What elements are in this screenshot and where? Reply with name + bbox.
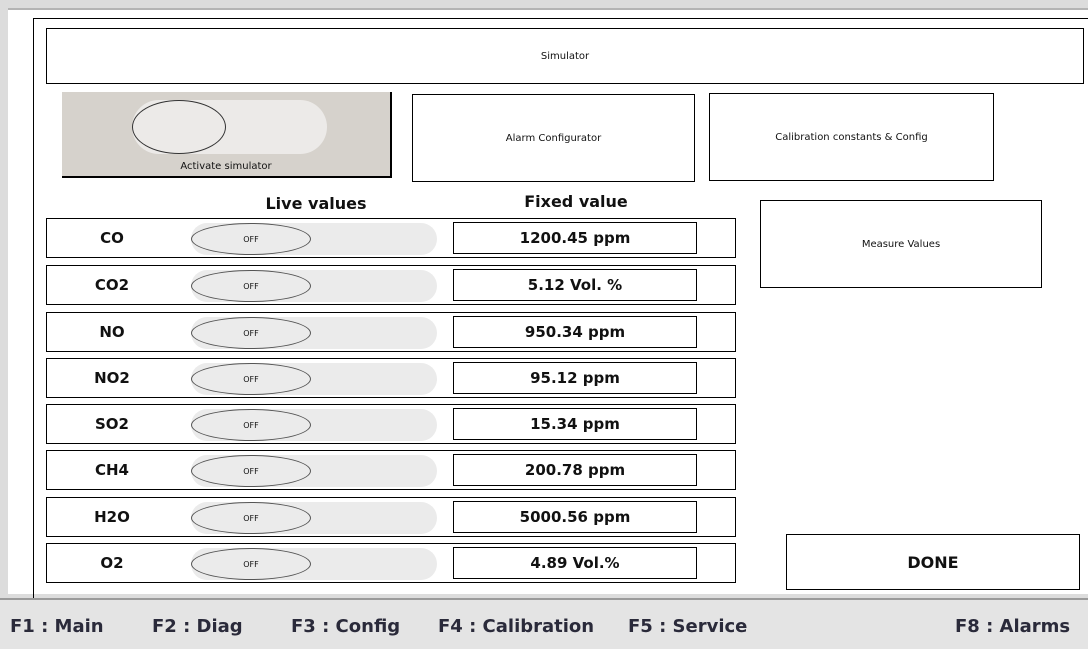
table-row: O2 OFF 4.89 Vol.% bbox=[46, 543, 736, 583]
live-toggle[interactable]: OFF bbox=[191, 270, 311, 302]
live-toggle-track[interactable]: OFF bbox=[191, 317, 437, 349]
live-toggle[interactable]: OFF bbox=[191, 548, 311, 580]
table-row: H2O OFF 5000.56 ppm bbox=[46, 497, 736, 537]
fixed-value-field[interactable]: 15.34 ppm bbox=[453, 408, 697, 440]
live-toggle[interactable]: OFF bbox=[191, 363, 311, 395]
live-values-header: Live values bbox=[265, 194, 367, 213]
fixed-value-field[interactable]: 1200.45 ppm bbox=[453, 222, 697, 254]
gas-name: NO bbox=[99, 323, 125, 341]
fkey-config[interactable]: F3 : Config bbox=[291, 616, 400, 637]
alarm-configurator-button[interactable]: Alarm Configurator bbox=[412, 94, 695, 182]
page-title: Simulator bbox=[46, 28, 1084, 84]
table-row: CO OFF 1200.45 ppm bbox=[46, 218, 736, 258]
live-toggle[interactable]: OFF bbox=[191, 502, 311, 534]
table-row: SO2 OFF 15.34 ppm bbox=[46, 404, 736, 444]
table-row: NO OFF 950.34 ppm bbox=[46, 312, 736, 352]
gas-name: H2O bbox=[94, 508, 130, 526]
gas-name: NO2 bbox=[94, 369, 130, 387]
fixed-value-header: Fixed value bbox=[524, 192, 628, 211]
live-toggle[interactable]: OFF bbox=[191, 409, 311, 441]
gas-name: SO2 bbox=[95, 415, 129, 433]
gas-name: CO bbox=[100, 229, 124, 247]
fixed-value-field[interactable]: 5.12 Vol. % bbox=[453, 269, 697, 301]
fkey-calibration[interactable]: F4 : Calibration bbox=[438, 616, 594, 637]
fkey-service[interactable]: F5 : Service bbox=[628, 616, 747, 637]
activate-toggle-track[interactable] bbox=[132, 100, 327, 154]
activate-toggle-knob[interactable] bbox=[132, 100, 226, 154]
live-toggle-track[interactable]: OFF bbox=[191, 223, 437, 255]
live-toggle-track[interactable]: OFF bbox=[191, 363, 437, 395]
fkey-diag[interactable]: F2 : Diag bbox=[152, 616, 243, 637]
fixed-value-field[interactable]: 5000.56 ppm bbox=[453, 501, 697, 533]
done-button[interactable]: DONE bbox=[786, 534, 1080, 590]
fkey-alarms[interactable]: F8 : Alarms bbox=[955, 616, 1070, 637]
live-toggle[interactable]: OFF bbox=[191, 455, 311, 487]
live-toggle[interactable]: OFF bbox=[191, 223, 311, 255]
gas-name: CH4 bbox=[95, 461, 129, 479]
live-toggle-track[interactable]: OFF bbox=[191, 455, 437, 487]
calibration-config-button[interactable]: Calibration constants & Config bbox=[709, 93, 994, 181]
live-toggle-track[interactable]: OFF bbox=[191, 548, 437, 580]
fixed-value-field[interactable]: 950.34 ppm bbox=[453, 316, 697, 348]
table-row: CO2 OFF 5.12 Vol. % bbox=[46, 265, 736, 305]
table-row: CH4 OFF 200.78 ppm bbox=[46, 450, 736, 490]
fixed-value-field[interactable]: 4.89 Vol.% bbox=[453, 547, 697, 579]
fkey-main[interactable]: F1 : Main bbox=[10, 616, 104, 637]
activate-simulator-label: Activate simulator bbox=[180, 161, 272, 172]
live-toggle-track[interactable]: OFF bbox=[191, 270, 437, 302]
function-key-bar: F1 : Main F2 : Diag F3 : Config F4 : Cal… bbox=[0, 598, 1088, 649]
gas-name: O2 bbox=[100, 554, 124, 572]
measure-values-button[interactable]: Measure Values bbox=[760, 200, 1042, 288]
table-row: NO2 OFF 95.12 ppm bbox=[46, 358, 736, 398]
activate-simulator-button[interactable]: Activate simulator bbox=[62, 92, 392, 178]
live-toggle-track[interactable]: OFF bbox=[191, 409, 437, 441]
fixed-value-field[interactable]: 95.12 ppm bbox=[453, 362, 697, 394]
gas-name: CO2 bbox=[94, 276, 130, 294]
fixed-value-field[interactable]: 200.78 ppm bbox=[453, 454, 697, 486]
live-toggle[interactable]: OFF bbox=[191, 317, 311, 349]
live-toggle-track[interactable]: OFF bbox=[191, 502, 437, 534]
